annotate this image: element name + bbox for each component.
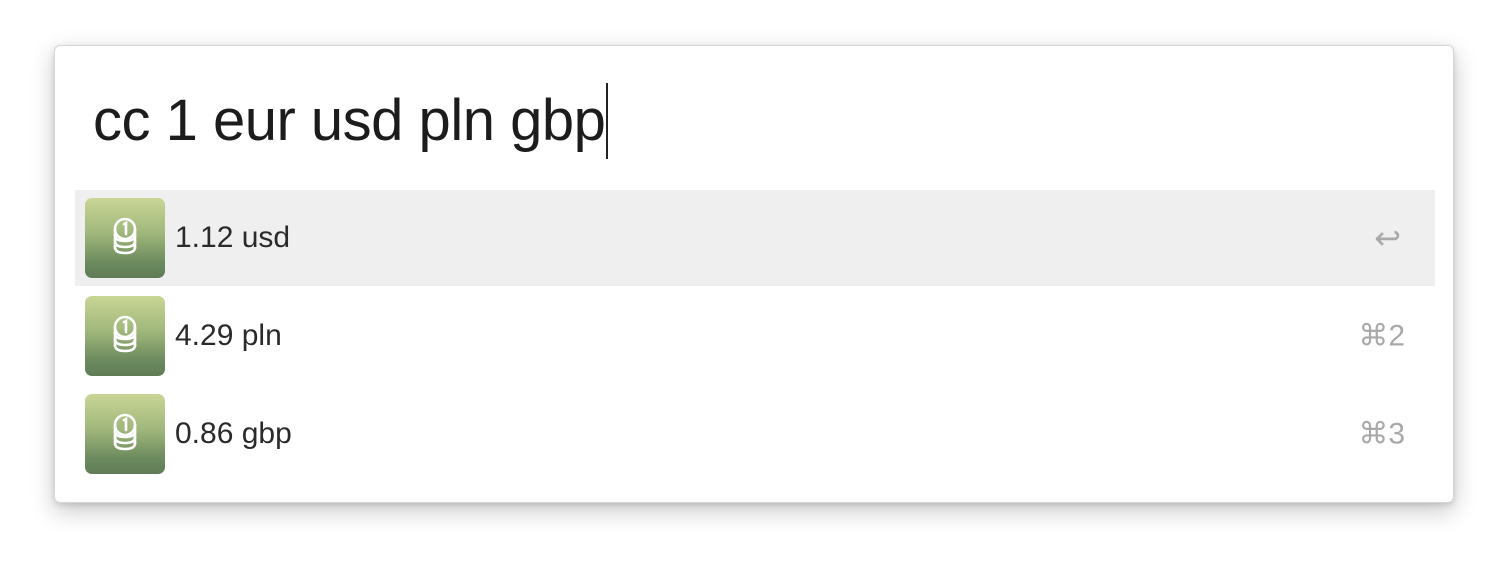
shortcut-hint: ⌘3 bbox=[1358, 417, 1405, 451]
result-label: 4.29 pln bbox=[175, 319, 282, 352]
result-label: 1.12 usd bbox=[175, 221, 291, 254]
result-item[interactable]: 0.86 gbp ⌘3 bbox=[75, 386, 1435, 482]
result-item[interactable]: 4.29 pln ⌘2 bbox=[75, 288, 1435, 384]
launcher-window: cc 1 eur usd pln gbp 1.12 usd ↩ 4.29 pln… bbox=[54, 45, 1454, 503]
search-field[interactable]: cc 1 eur usd pln gbp bbox=[93, 76, 609, 166]
search-input[interactable]: cc 1 eur usd pln gbp bbox=[93, 92, 606, 150]
enter-key-icon: ↩ bbox=[1374, 220, 1401, 256]
coin-stack-icon bbox=[85, 296, 165, 376]
coin-stack-icon bbox=[85, 394, 165, 474]
coin-stack-icon bbox=[85, 198, 165, 278]
text-caret bbox=[606, 83, 609, 159]
result-label: 0.86 gbp bbox=[175, 417, 292, 450]
shortcut-hint: ⌘2 bbox=[1358, 319, 1405, 353]
result-item[interactable]: 1.12 usd ↩ bbox=[75, 190, 1435, 286]
results-list: 1.12 usd ↩ 4.29 pln ⌘2 0.86 gbp ⌘3 bbox=[75, 190, 1435, 484]
